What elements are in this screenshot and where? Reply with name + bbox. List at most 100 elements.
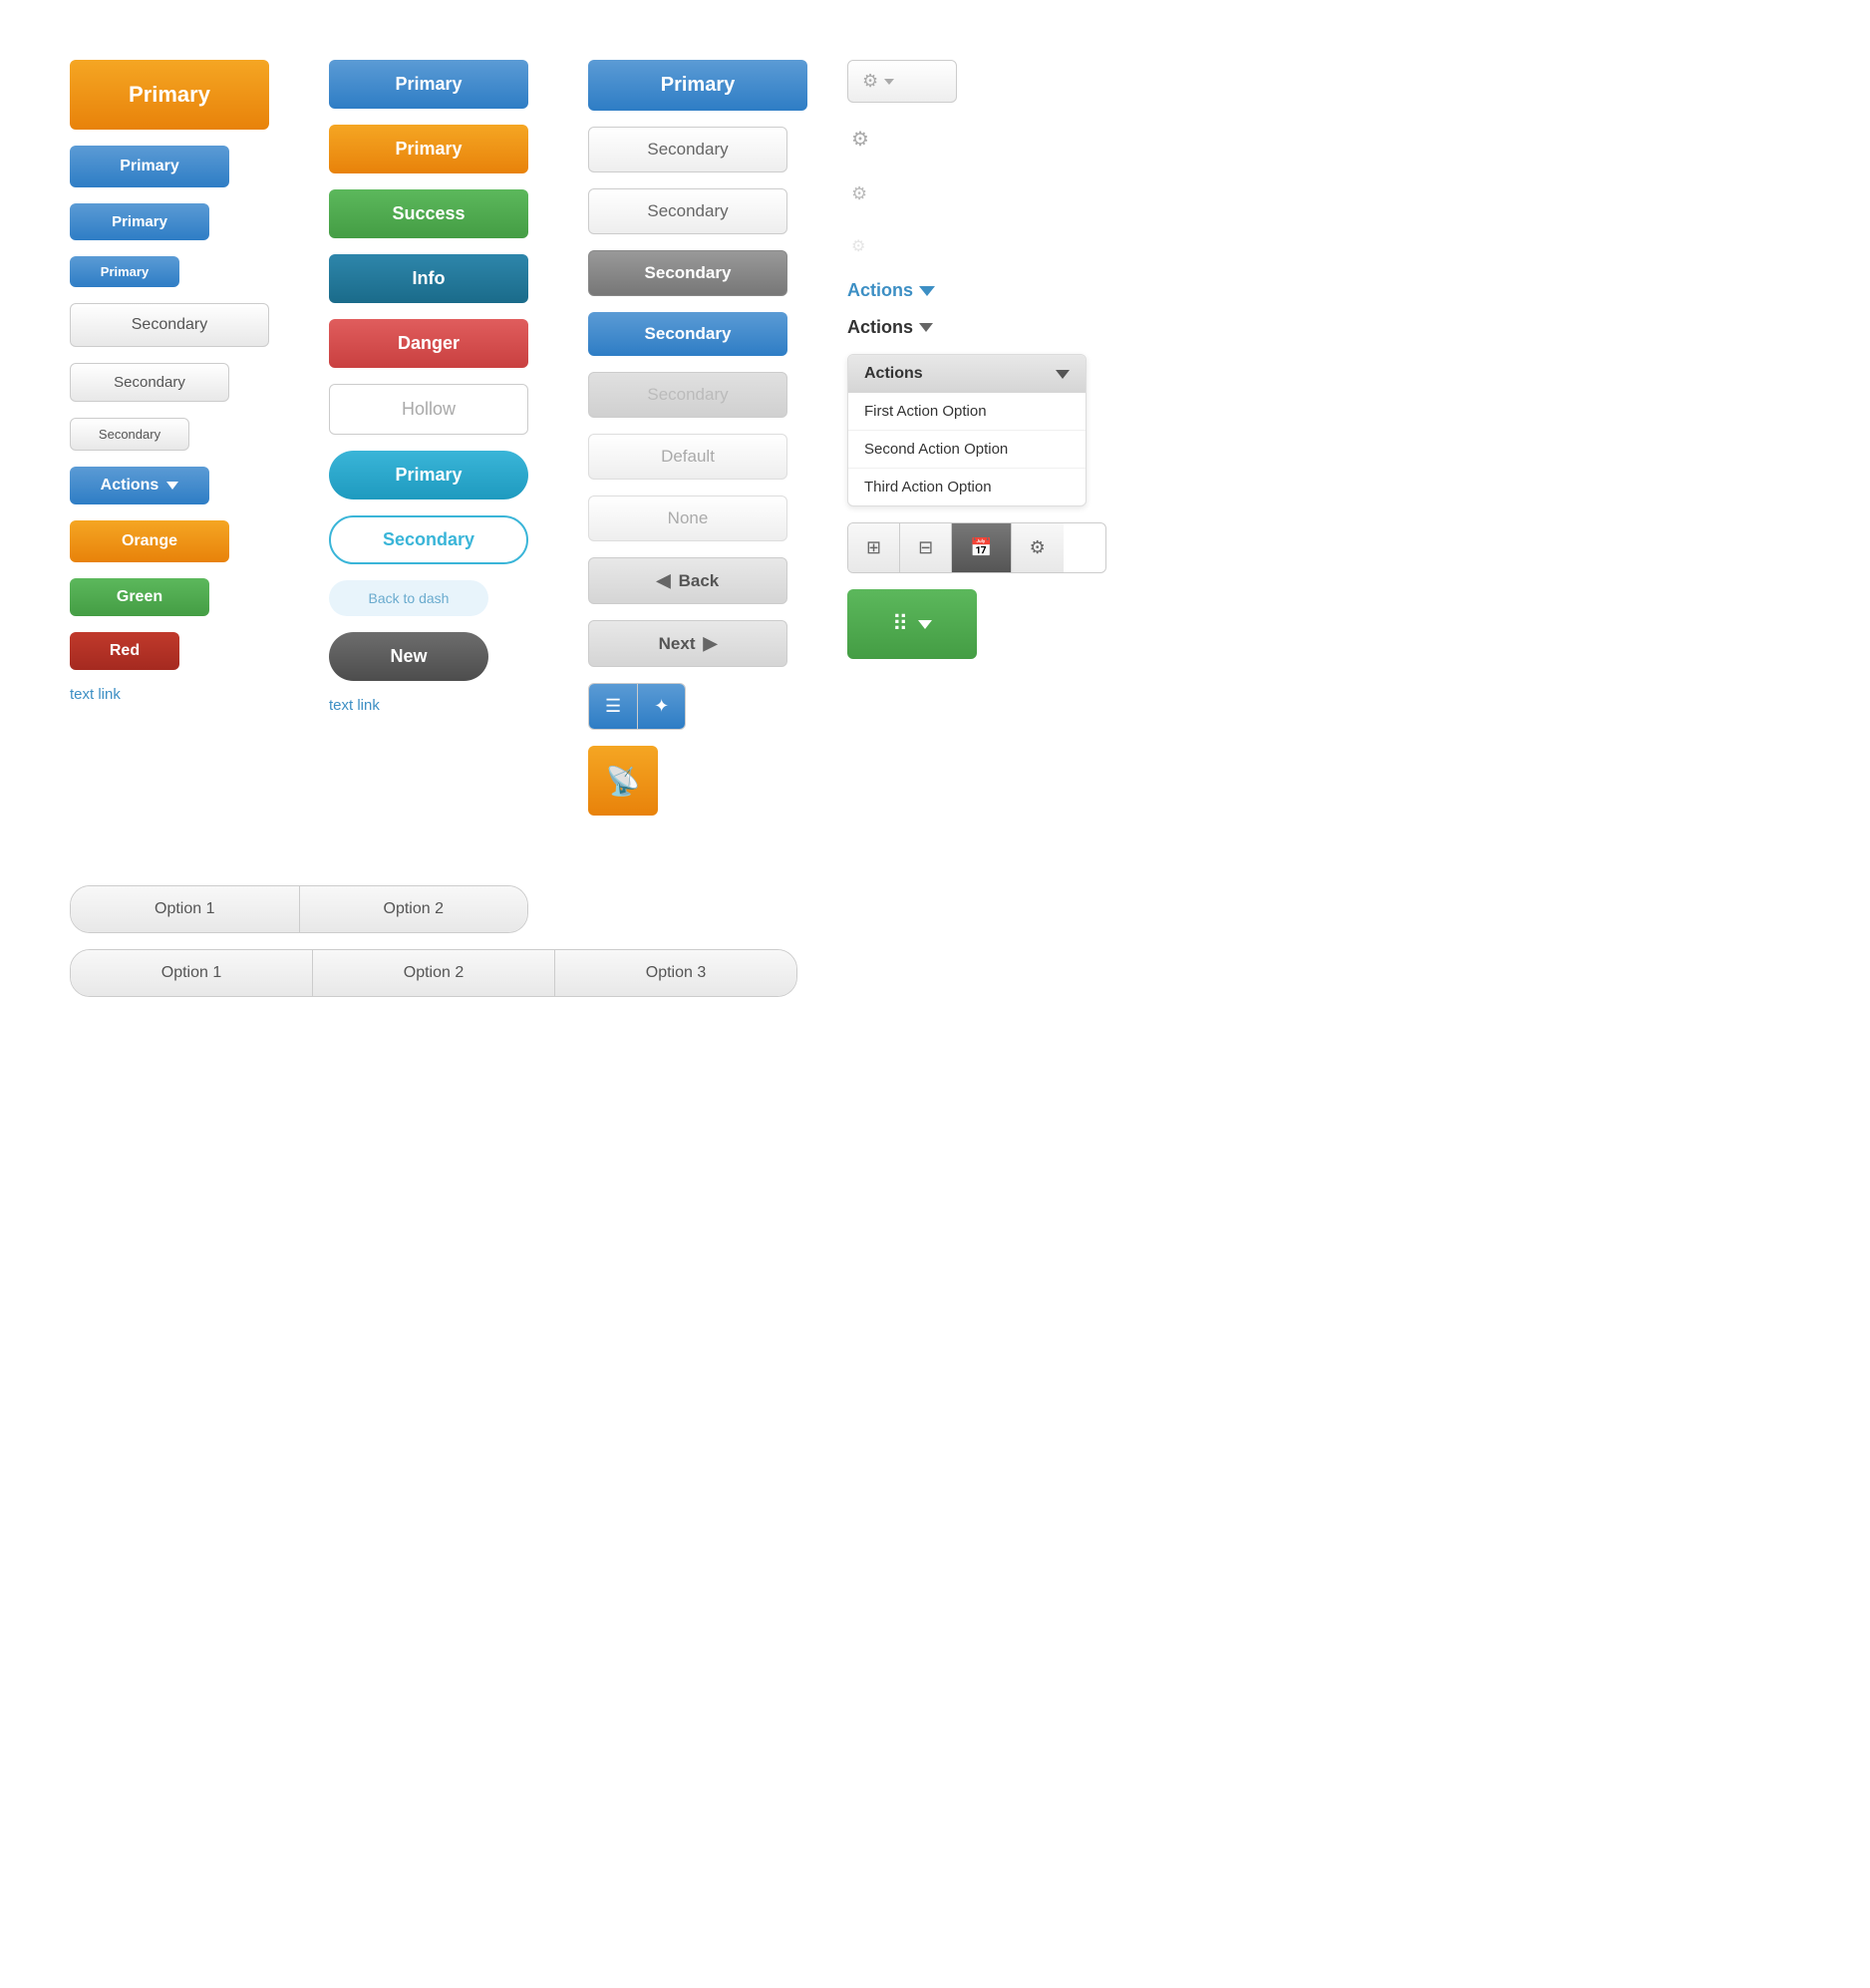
actions-dropdown-header[interactable]: Actions <box>848 355 1086 393</box>
col2-secondary-pill-button[interactable]: Secondary <box>329 515 528 564</box>
button-label: Actions <box>847 280 913 301</box>
col2-success-button[interactable]: Success <box>329 189 528 238</box>
col3-secondary-disabled-button[interactable]: Secondary <box>588 372 787 418</box>
button-label: Actions <box>847 317 913 338</box>
col3-next-button[interactable]: Next ▶ <box>588 620 787 667</box>
button-label: Secondary <box>647 201 728 221</box>
dropdown-caret-icon <box>1056 370 1070 379</box>
segmented-control-3: Option 1 Option 2 Option 3 <box>70 949 797 997</box>
col3-secondary-2-button[interactable]: Secondary <box>588 188 787 234</box>
button-label: Secondary <box>647 385 728 405</box>
button-label: New <box>390 646 427 667</box>
toolbar-columns-button[interactable]: ⊟ <box>900 523 952 572</box>
grid-icon: ⊞ <box>866 537 881 558</box>
col2-primary-blue-button[interactable]: Primary <box>329 60 528 109</box>
main-container: Primary Primary Primary Primary Secondar… <box>20 20 1850 1037</box>
green-grid-dropdown-button[interactable]: ⠿ <box>847 589 977 659</box>
actions-dropdown-open: Actions First Action Option Second Actio… <box>847 354 1087 506</box>
dropdown-caret-icon <box>918 620 932 629</box>
segment-3-option1[interactable]: Option 1 <box>71 950 313 996</box>
col2-primary-orange-button[interactable]: Primary <box>329 125 528 173</box>
list-icon-button[interactable]: ☰ <box>589 684 638 729</box>
gear-dropdown-button-4[interactable]: ⚙ <box>847 228 1106 264</box>
text-link-col2[interactable]: text link <box>329 697 548 714</box>
rss-icon: 📡 <box>606 765 641 798</box>
button-label: None <box>668 508 709 528</box>
segment-3-option3[interactable]: Option 3 <box>555 950 796 996</box>
actions-text-blue-button[interactable]: Actions <box>847 280 1106 301</box>
dropdown-item-third[interactable]: Third Action Option <box>848 469 1086 505</box>
primary-blue-large-button[interactable]: Primary <box>70 146 229 187</box>
dropdown-item-second[interactable]: Second Action Option <box>848 431 1086 469</box>
list-share-group: ☰ ✦ <box>588 683 686 730</box>
primary-blue-medium-button[interactable]: Primary <box>70 203 209 240</box>
column-2: Primary Primary Success Info Danger Holl… <box>309 40 568 734</box>
rss-button[interactable]: 📡 <box>588 746 658 816</box>
icon-toolbar: ⊞ ⊟ 📅 ⚙ <box>847 522 1106 573</box>
gear-icon: ⚙ <box>862 71 878 92</box>
col3-none-button[interactable]: None <box>588 496 787 541</box>
col3-secondary-1-button[interactable]: Secondary <box>588 127 787 172</box>
columns-icon: ⊟ <box>918 537 933 558</box>
col3-default-button[interactable]: Default <box>588 434 787 480</box>
button-label: Primary <box>120 158 179 175</box>
col3-back-button[interactable]: ◀ Back <box>588 557 787 604</box>
secondary-large-button[interactable]: Secondary <box>70 303 269 347</box>
col2-hollow-button[interactable]: Hollow <box>329 384 528 435</box>
segment-option1[interactable]: Option 1 <box>71 886 300 932</box>
primary-blue-small-button[interactable]: Primary <box>70 256 179 287</box>
dropdown-item-first[interactable]: First Action Option <box>848 393 1086 431</box>
dropdown-caret-icon <box>166 482 178 490</box>
button-label: Danger <box>398 333 460 354</box>
gear-dropdown-button-3[interactable]: ⚙ <box>847 175 1106 212</box>
back-icon: ◀ <box>657 570 671 591</box>
col3-secondary-blue-button[interactable]: Secondary <box>588 312 787 356</box>
button-label: Secondary <box>645 324 732 344</box>
green-button[interactable]: Green <box>70 578 209 616</box>
segment-3-option2[interactable]: Option 2 <box>313 950 555 996</box>
button-label: Primary <box>129 82 210 108</box>
gear-dropdown-button-1[interactable]: ⚙ <box>847 60 957 103</box>
share-icon-button[interactable]: ✦ <box>638 684 685 729</box>
col2-danger-button[interactable]: Danger <box>329 319 528 368</box>
col2-info-button[interactable]: Info <box>329 254 528 303</box>
button-label: Secondary <box>645 263 732 283</box>
button-label: Green <box>117 588 162 606</box>
col2-primary-pill-button[interactable]: Primary <box>329 451 528 499</box>
red-button[interactable]: Red <box>70 632 179 670</box>
grid-dots-icon: ⠿ <box>892 611 908 637</box>
dropdown-header-label: Actions <box>864 365 923 383</box>
gear-icon: ⚙ <box>851 183 867 204</box>
button-label: Info <box>413 268 446 289</box>
dropdown-caret-dark-icon <box>919 323 933 332</box>
secondary-medium-button[interactable]: Secondary <box>70 363 229 402</box>
button-label: Primary <box>395 74 462 95</box>
orange-button[interactable]: Orange <box>70 520 229 562</box>
next-icon: ▶ <box>704 633 718 654</box>
toolbar-grid-button[interactable]: ⊞ <box>848 523 900 572</box>
bottom-section: Option 1 Option 2 Option 1 Option 2 Opti… <box>50 865 1820 1017</box>
button-label: Secondary <box>647 140 728 160</box>
button-label: Back to dash <box>369 590 450 606</box>
segment-option2[interactable]: Option 2 <box>300 886 528 932</box>
button-label: Secondary <box>99 427 160 442</box>
gear-icon: ⚙ <box>851 127 869 152</box>
button-label: Primary <box>661 74 736 97</box>
toolbar-settings-button[interactable]: ⚙ <box>1012 523 1064 572</box>
text-link-col1[interactable]: text link <box>70 686 289 703</box>
col3-secondary-dark-button[interactable]: Secondary <box>588 250 787 296</box>
gear-dropdown-button-2[interactable]: ⚙ <box>847 119 1106 160</box>
button-label: Primary <box>395 139 462 160</box>
col2-new-dark-pill-button[interactable]: New <box>329 632 488 681</box>
actions-dropdown-button[interactable]: Actions <box>70 467 209 504</box>
dropdown-caret-icon <box>884 79 894 85</box>
primary-orange-large-button[interactable]: Primary <box>70 60 269 130</box>
secondary-small-button[interactable]: Secondary <box>70 418 189 451</box>
actions-text-dark-button[interactable]: Actions <box>847 317 1106 338</box>
col3-primary-blue-button[interactable]: Primary <box>588 60 807 111</box>
col2-back-to-dash-button[interactable]: Back to dash <box>329 580 488 616</box>
button-label: Primary <box>101 264 149 279</box>
dropdown-caret-blue-icon <box>919 286 935 296</box>
toolbar-calendar-button[interactable]: 📅 <box>952 523 1011 572</box>
button-label: Secondary <box>383 529 474 550</box>
